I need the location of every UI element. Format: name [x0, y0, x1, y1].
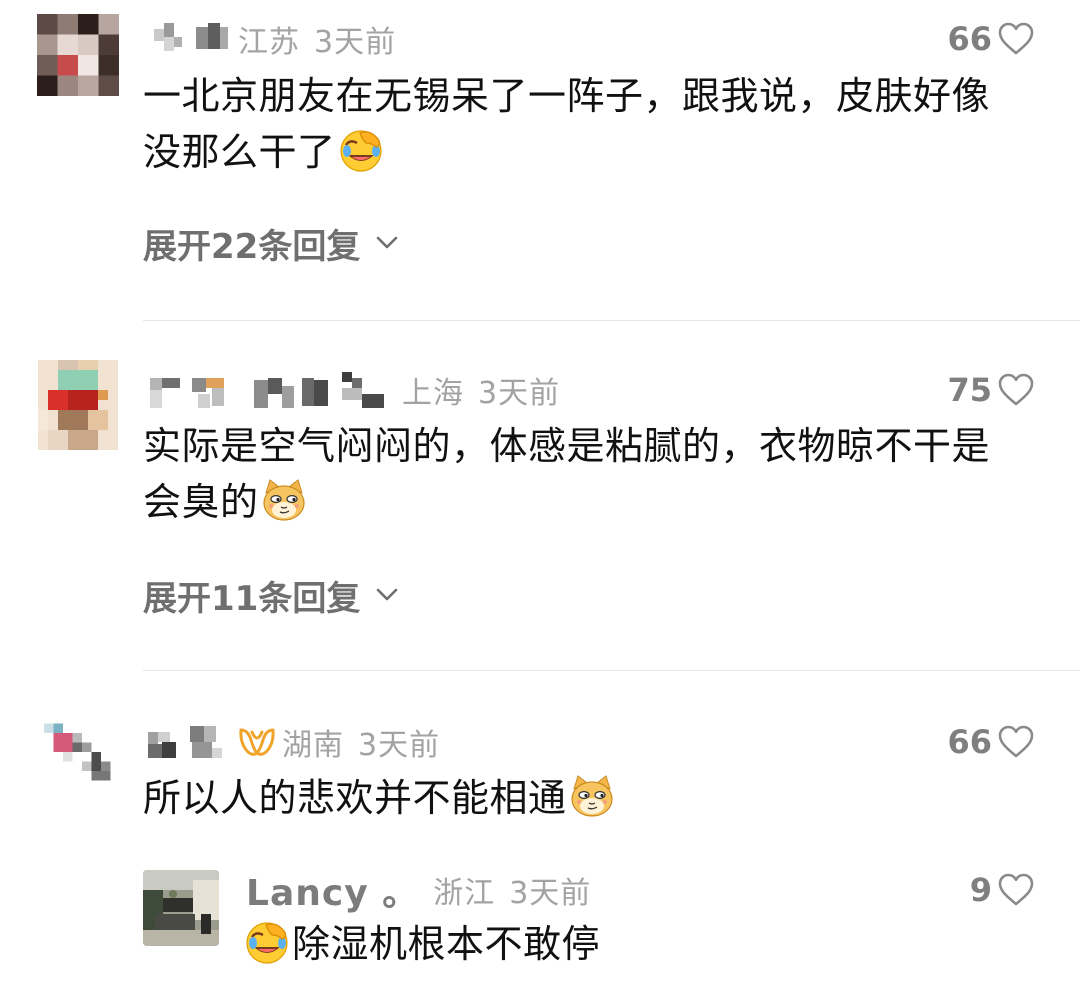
comment-text: 实际是空气闷闷的，体感是粘腻的，衣物晾不干是会臭的: [143, 418, 1023, 530]
like-button[interactable]: 9: [970, 868, 1034, 912]
reply-username[interactable]: Lancy 。: [246, 864, 419, 916]
timestamp: 3天前: [478, 376, 561, 411]
chevron-down-icon: [360, 236, 398, 250]
facepalm-crying-emoji-icon: [338, 127, 384, 173]
like-button[interactable]: 66: [947, 17, 1034, 61]
heart-icon: [998, 22, 1034, 56]
comment-text-content: 所以人的悲欢并不能相通: [143, 776, 567, 820]
chevron-down-icon: [360, 588, 398, 602]
heart-icon: [998, 873, 1034, 907]
avatar[interactable]: [37, 360, 119, 450]
like-count: 66: [947, 723, 992, 761]
timestamp: 3天前: [358, 728, 441, 763]
reply-meta: 浙江 3天前: [433, 868, 591, 912]
username-redacted[interactable]: [144, 720, 232, 764]
location-label: 湖南: [282, 728, 344, 763]
heart-icon: [998, 725, 1034, 759]
comment-meta: 上海 3天前: [402, 368, 560, 412]
like-button[interactable]: 66: [947, 720, 1034, 764]
comment-text: 一北京朋友在无锡呆了一阵子，跟我说，皮肤好像没那么干了: [143, 68, 1023, 180]
reply-text: 除湿机根本不敢停: [244, 916, 1024, 972]
expand-replies-button[interactable]: 展开22条回复: [143, 220, 398, 267]
comment-text: 所以人的悲欢并不能相通: [143, 770, 1023, 826]
reply-avatar[interactable]: [143, 870, 219, 946]
timestamp: 3天前: [314, 25, 397, 60]
like-count: 75: [947, 371, 992, 409]
heart-icon: [998, 373, 1034, 407]
comment-meta: 湖南 3天前: [282, 720, 440, 764]
timestamp: 3天前: [509, 876, 592, 911]
location-label: 上海: [402, 376, 464, 411]
avatar[interactable]: [37, 14, 119, 96]
smirking-cat-emoji-icon: [261, 477, 307, 523]
like-button[interactable]: 75: [947, 368, 1034, 412]
smirking-cat-emoji-icon: [569, 773, 615, 819]
comment-divider: [143, 670, 1080, 671]
expand-replies-label: 展开22条回复: [143, 226, 361, 267]
like-count: 66: [947, 20, 992, 58]
comment-text-content: 一北京朋友在无锡呆了一阵子，跟我说，皮肤好像没那么干了: [143, 74, 991, 174]
expand-replies-label: 展开11条回复: [143, 578, 361, 619]
reply-text-content: 除湿机根本不敢停: [292, 922, 601, 966]
comment-divider: [143, 320, 1080, 321]
location-label: 江苏: [238, 25, 300, 60]
avatar[interactable]: [44, 712, 120, 792]
facepalm-crying-emoji-icon: [244, 919, 290, 965]
username-redacted[interactable]: [150, 17, 232, 61]
location-label: 浙江: [433, 876, 496, 911]
username-redacted[interactable]: [146, 368, 396, 412]
like-count: 9: [969, 871, 992, 909]
expand-replies-button[interactable]: 展开11条回复: [143, 572, 398, 619]
vip-badge-icon: [238, 726, 276, 758]
comment-meta: 江苏 3天前: [238, 17, 396, 61]
